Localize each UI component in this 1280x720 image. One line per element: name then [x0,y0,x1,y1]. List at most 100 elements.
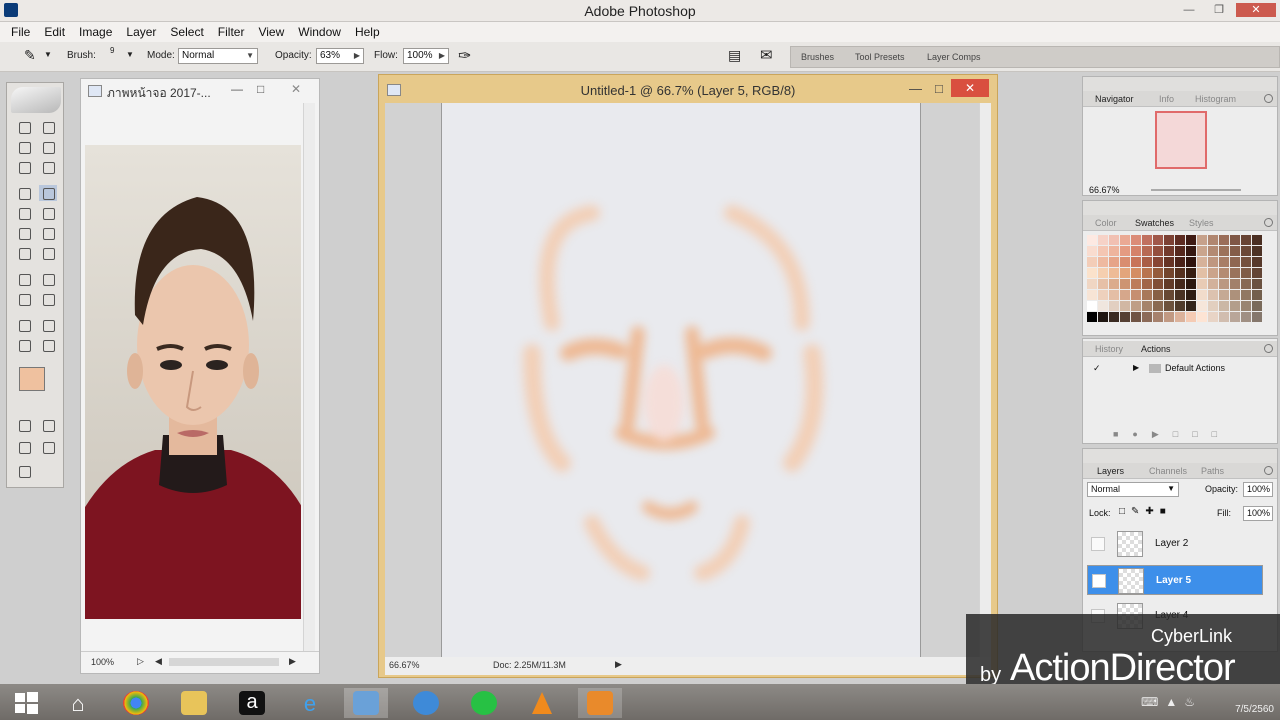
menu-view[interactable]: View [251,22,291,42]
swatch[interactable] [1153,235,1163,245]
lock-options-icons[interactable]: □✎✚■ [1119,506,1172,517]
notes-tool-icon[interactable] [15,317,33,333]
scroll-left-icon[interactable]: ◀ [155,656,162,667]
menu-file[interactable]: File [4,22,37,42]
brush-picker-arrow-icon[interactable]: ▼ [126,50,134,59]
airbrush-icon[interactable]: ✑ [458,46,471,66]
tab-brushes[interactable]: Brushes [801,52,834,62]
tab-navigator[interactable]: Navigator [1095,94,1134,104]
swatch[interactable] [1230,312,1240,322]
layer-opacity-input[interactable]: 100% [1243,482,1273,497]
crop-tool-icon[interactable] [15,159,33,175]
panel-menu-icon[interactable] [1264,344,1273,353]
minimize-icon[interactable]: — [231,82,243,96]
canvas-zoom-level[interactable]: 66.67% [389,660,420,670]
taskbar-vlc[interactable] [520,688,564,718]
palette-well-icon[interactable]: ▤ [728,47,741,64]
panel-menu-icon[interactable] [1264,218,1273,227]
swatch[interactable] [1131,235,1141,245]
taskbar-line[interactable] [462,688,506,718]
close-icon[interactable]: ✕ [951,79,989,97]
swatch[interactable] [1098,257,1108,267]
navigator-zoom[interactable]: 66.67% [1089,185,1120,195]
tab-history[interactable]: History [1095,344,1123,354]
swatch[interactable] [1153,301,1163,311]
swatch[interactable] [1219,246,1229,256]
tab-channels[interactable]: Channels [1149,466,1187,476]
eyedropper-tool-icon[interactable] [39,317,57,333]
brush-tool-icon[interactable] [39,185,57,201]
swatch[interactable] [1131,279,1141,289]
move-tool-icon[interactable] [39,119,57,135]
swatch[interactable] [1087,290,1097,300]
swatch[interactable] [1208,257,1218,267]
action-set-row[interactable]: ✓ ▶ Default Actions [1087,361,1263,377]
blend-mode-select[interactable]: Normal ▼ [1087,482,1179,497]
swatch[interactable] [1252,279,1262,289]
minimize-icon[interactable]: — [909,81,922,96]
file-browser-icon[interactable]: ✉ [760,46,773,64]
expand-triangle-icon[interactable]: ▶ [1133,363,1139,372]
swatch[interactable] [1131,312,1141,322]
pen-tool-icon[interactable] [15,291,33,307]
taskbar-amazon[interactable]: a [230,688,274,718]
swatch[interactable] [1175,235,1185,245]
swatch[interactable] [1142,312,1152,322]
menu-layer[interactable]: Layer [119,22,163,42]
brush-tool-icon[interactable]: ✎ [24,47,36,64]
swatch[interactable] [1252,301,1262,311]
hand-tool-icon[interactable] [15,337,33,353]
swatch[interactable] [1087,246,1097,256]
swatch[interactable] [1109,257,1119,267]
swatch[interactable] [1131,268,1141,278]
marquee-tool-icon[interactable] [15,119,33,135]
menu-help[interactable]: Help [348,22,387,42]
swatch[interactable] [1186,290,1196,300]
swatch[interactable] [1098,279,1108,289]
tab-color[interactable]: Color [1095,218,1117,228]
canvas[interactable] [441,103,921,659]
swatch[interactable] [1186,301,1196,311]
menu-window[interactable]: Window [291,22,348,42]
swatch[interactable] [1219,290,1229,300]
swatch-grid[interactable] [1087,235,1263,325]
swatch[interactable] [1175,279,1185,289]
swatch[interactable] [1142,235,1152,245]
swatch[interactable] [1219,301,1229,311]
shape-tool-icon[interactable] [39,291,57,307]
swatch[interactable] [1098,290,1108,300]
history-brush-tool-icon[interactable] [39,205,57,221]
tab-tool-presets[interactable]: Tool Presets [855,52,905,62]
fill-input[interactable]: 100% [1243,506,1273,521]
swatch[interactable] [1120,312,1130,322]
swatch[interactable] [1197,290,1207,300]
taskbar-ie[interactable]: e [288,688,332,718]
tab-layer-comps[interactable]: Layer Comps [927,52,981,62]
swatch[interactable] [1142,301,1152,311]
swatch[interactable] [1164,301,1174,311]
swatch[interactable] [1175,290,1185,300]
photo-zoom-level[interactable]: 100% [91,657,114,667]
canvas-document-window[interactable]: Untitled-1 @ 66.7% (Layer 5, RGB/8) — □ … [378,74,998,678]
layer-row[interactable]: Layer 5 [1087,565,1263,595]
swatch[interactable] [1186,279,1196,289]
swatch[interactable] [1098,312,1108,322]
restore-button[interactable]: ❐ [1206,3,1232,17]
swatch[interactable] [1208,301,1218,311]
taskbar-recorder[interactable] [578,688,622,718]
lasso-tool-icon[interactable] [15,139,33,155]
quick-mask-mode-icon[interactable] [39,417,57,433]
actions-control-icons[interactable]: ■●▶□□□ [1113,429,1231,440]
swatch[interactable] [1131,257,1141,267]
swatch[interactable] [1142,279,1152,289]
scroll-right-icon[interactable]: ▶ [289,656,296,667]
swatch[interactable] [1153,279,1163,289]
swatch[interactable] [1131,246,1141,256]
swatch[interactable] [1219,279,1229,289]
swatch[interactable] [1230,246,1240,256]
menu-image[interactable]: Image [72,22,119,42]
start-button[interactable] [4,688,48,718]
brush-size[interactable]: 9 [110,46,114,55]
mode-select[interactable]: Normal ▼ [178,48,258,64]
swatch[interactable] [1153,268,1163,278]
